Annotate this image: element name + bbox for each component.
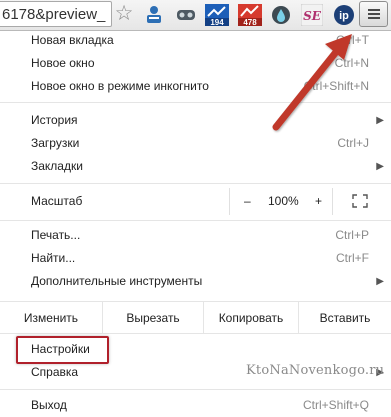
extension-drop-icon[interactable]: [270, 4, 292, 26]
address-bar[interactable]: 6178&preview_: [0, 1, 112, 27]
extension-glasses-icon[interactable]: [175, 4, 197, 26]
extension-person-icon[interactable]: [143, 4, 165, 26]
settings-highlight-box: [16, 336, 109, 364]
cut-button[interactable]: Вырезать: [103, 302, 203, 333]
menu-item-label: Закладки: [31, 159, 83, 173]
extension-stats-icon[interactable]: 194: [205, 4, 229, 26]
zoom-value: 100%: [268, 194, 299, 208]
menu-item-shortcut: Ctrl+Shift+N: [303, 79, 369, 93]
fullscreen-icon[interactable]: [352, 194, 368, 208]
extension-se-icon[interactable]: SE: [301, 4, 323, 26]
menu-item-shortcut: Ctrl+T: [336, 33, 369, 47]
menu-item-shortcut: Ctrl+J: [337, 136, 369, 150]
submenu-arrow-icon: ▶: [376, 161, 384, 172]
hamburger-line-icon: [368, 9, 380, 11]
bookmark-star-icon[interactable]: ☆: [113, 2, 135, 25]
menu-item-downloads[interactable]: Загрузки Ctrl+J: [0, 132, 391, 155]
zoom-label: Масштаб: [31, 194, 83, 208]
menu-item-label: Справка: [31, 365, 79, 379]
extension-se-label: SE: [303, 9, 322, 23]
menu-item-label: Новая вкладка: [31, 33, 114, 47]
zoom-control: – 100% +: [229, 188, 333, 215]
extension-ip-label: ip: [339, 10, 349, 22]
menu-zoom-row: Масштаб – 100% +: [0, 188, 391, 215]
menu-item-more-tools[interactable]: Дополнительные инструменты ▶: [0, 270, 391, 293]
menu-item-label: Новое окно: [31, 56, 95, 70]
menu-separator: [0, 102, 391, 103]
menu-separator: [0, 220, 391, 221]
menu-item-incognito[interactable]: Новое окно в режиме инкогнито Ctrl+Shift…: [0, 75, 391, 98]
menu-edit-row: Изменить Вырезать Копировать Вставить: [0, 301, 391, 334]
menu-item-find[interactable]: Найти... Ctrl+F: [0, 247, 391, 270]
submenu-arrow-icon: ▶: [376, 276, 384, 287]
zoom-out-button[interactable]: –: [244, 188, 251, 215]
menu-item-new-tab[interactable]: Новая вкладка Ctrl+T: [0, 29, 391, 52]
extension-badge-478: 478: [243, 18, 257, 26]
menu-item-shortcut: Ctrl+F: [336, 251, 369, 265]
paste-button[interactable]: Вставить: [299, 302, 391, 333]
extension-chart-icon[interactable]: 478: [238, 4, 262, 26]
menu-item-label: Дополнительные инструменты: [31, 274, 203, 288]
edit-label: Изменить: [23, 311, 79, 325]
menu-item-label: История: [31, 113, 78, 127]
menu-separator: [0, 389, 391, 390]
menu-item-label: Загрузки: [31, 136, 80, 150]
menu-item-new-window[interactable]: Новое окно Ctrl+N: [0, 52, 391, 75]
hamburger-line-icon: [368, 13, 380, 15]
hamburger-line-icon: [368, 17, 380, 19]
extension-ip-icon[interactable]: ip: [333, 4, 355, 26]
menu-item-shortcut: Ctrl+P: [335, 228, 369, 242]
copy-button[interactable]: Копировать: [204, 302, 298, 333]
browser-toolbar: 6178&preview_ ☆ 194 478 SE ip: [0, 0, 391, 31]
watermark-text: KtoNaNovenkogo.ru: [246, 363, 385, 378]
menu-item-label: Печать...: [31, 228, 81, 242]
menu-separator: [0, 183, 391, 184]
menu-item-bookmarks[interactable]: Закладки ▶: [0, 155, 391, 178]
menu-item-history[interactable]: История ▶: [0, 109, 391, 132]
menu-item-shortcut: Ctrl+N: [334, 56, 369, 70]
extension-badge-194: 194: [210, 18, 224, 26]
menu-item-label: Найти...: [31, 251, 76, 265]
zoom-in-button[interactable]: +: [315, 188, 322, 215]
menu-item-label: Новое окно в режиме инкогнито: [31, 79, 209, 93]
menu-item-print[interactable]: Печать... Ctrl+P: [0, 224, 391, 247]
submenu-arrow-icon: ▶: [376, 115, 384, 126]
chrome-menu-button[interactable]: [359, 1, 388, 27]
